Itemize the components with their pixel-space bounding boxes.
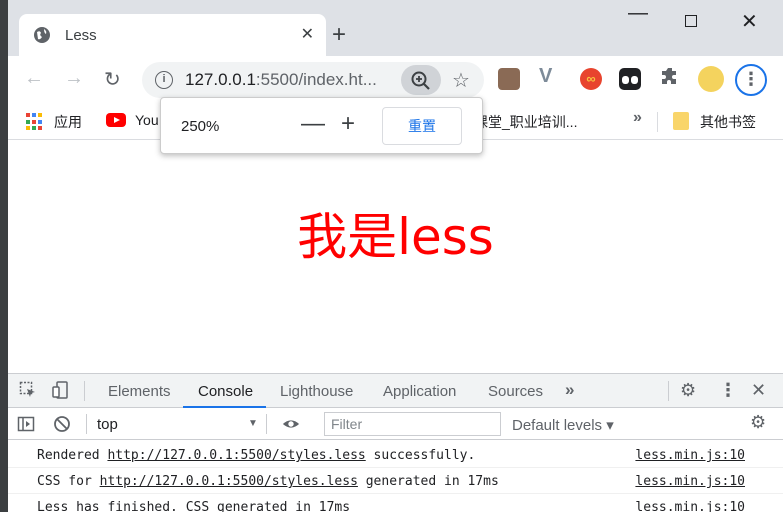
tampermonkey-icon[interactable] [619, 68, 641, 90]
profile-avatar[interactable] [698, 66, 724, 92]
console-message: Less has finished. CSS generated in 17ms… [8, 494, 783, 512]
devtools-tab-bar: Elements Console Lighthouse Application … [8, 374, 783, 408]
tab-title: Less [65, 27, 97, 44]
bookmark-other-folder[interactable]: 其他书签 [700, 112, 756, 132]
tab-lighthouse[interactable]: Lighthouse [280, 383, 353, 400]
infinity-extension-icon[interactable]: ∞ [580, 68, 602, 90]
console-message-link[interactable]: http://127.0.0.1:5500/styles.less [107, 448, 365, 463]
tab-sources[interactable]: Sources [488, 383, 543, 400]
settings-gear-icon[interactable]: ⚙ [680, 380, 696, 401]
tab-application[interactable]: Application [383, 383, 456, 400]
globe-icon [34, 27, 50, 43]
maximize-button[interactable] [685, 15, 697, 27]
console-message-text: Less has finished. CSS generated in 17ms [37, 500, 351, 512]
more-tabs-button[interactable]: » [565, 380, 574, 400]
browser-tab[interactable]: Less ✕ [19, 14, 326, 56]
tab-strip: Less ✕ + — ✕ [8, 0, 783, 56]
left-window-edge [0, 0, 8, 512]
page-viewport: 我是less [8, 141, 783, 373]
context-selector[interactable]: top [97, 416, 118, 433]
console-message: CSS for http://127.0.0.1:5500/styles.les… [8, 468, 783, 494]
address-url[interactable]: 127.0.0.1:5500/index.ht... [185, 70, 377, 90]
reload-button[interactable]: ↻ [104, 67, 121, 92]
window-close-button[interactable]: ✕ [741, 9, 758, 34]
devtools-menu-icon[interactable]: ⋮ [719, 380, 737, 401]
bookmark-course[interactable]: 课堂_职业培训... [474, 112, 577, 132]
forward-button[interactable]: → [64, 67, 84, 90]
console-message-source[interactable]: less.min.js:10 [635, 448, 745, 463]
bookmarks-separator [657, 112, 658, 132]
tab-close-icon[interactable]: ✕ [301, 24, 314, 44]
clear-console-icon[interactable] [53, 415, 71, 433]
devtools-separator [84, 381, 85, 401]
inspect-element-icon[interactable] [19, 381, 37, 399]
console-toolbar: top ▼ Default levels ▾ ⚙ [8, 408, 783, 440]
live-expression-eye-icon[interactable] [282, 415, 300, 433]
youtube-icon[interactable] [106, 113, 126, 127]
vue-devtools-icon[interactable]: V [539, 65, 561, 87]
log-levels-dropdown[interactable]: Default levels ▾ [512, 416, 614, 434]
console-message-text: CSS for http://127.0.0.1:5500/styles.les… [37, 474, 499, 489]
device-toolbar-icon[interactable] [52, 381, 70, 399]
puzzle-icon[interactable] [660, 66, 682, 88]
console-filter-input[interactable] [324, 412, 501, 436]
minimize-button[interactable]: — [628, 2, 648, 25]
extension-avatar-icon[interactable] [498, 68, 520, 90]
folder-icon [673, 112, 689, 130]
console-message-source[interactable]: less.min.js:10 [635, 500, 745, 512]
info-icon[interactable]: i [155, 71, 173, 89]
console-separator [266, 414, 267, 434]
console-separator [86, 414, 87, 434]
zoom-in-button[interactable]: + [341, 111, 355, 137]
console-sidebar-icon[interactable] [17, 415, 35, 433]
zoom-out-button[interactable]: — [301, 111, 325, 137]
apps-grid-icon[interactable] [26, 113, 44, 131]
new-tab-button[interactable]: + [332, 21, 346, 49]
zoom-reset-button[interactable]: 重置 [382, 107, 462, 145]
tab-console[interactable]: Console [198, 383, 253, 400]
console-message-link[interactable]: http://127.0.0.1:5500/styles.less [100, 474, 358, 489]
console-message-source[interactable]: less.min.js:10 [635, 474, 745, 489]
bookmarks-overflow-button[interactable]: » [633, 109, 642, 127]
devtools-close-icon[interactable]: ✕ [751, 380, 766, 401]
bookmark-star-icon[interactable]: ☆ [452, 68, 470, 93]
zoom-level: 250% [181, 118, 220, 135]
console-message-text: Rendered http://127.0.0.1:5500/styles.le… [37, 448, 476, 463]
console-settings-gear-icon[interactable]: ⚙ [750, 412, 766, 433]
bookmark-apps[interactable]: 应用 [54, 112, 82, 132]
browser-menu-button[interactable]: ⋮ [735, 64, 767, 96]
context-dropdown-icon[interactable]: ▼ [248, 418, 258, 429]
bookmark-youtube[interactable]: You [135, 112, 159, 128]
back-button[interactable]: ← [24, 67, 44, 90]
address-bar[interactable]: i 127.0.0.1:5500/index.ht... ☆ [142, 62, 484, 98]
tab-elements[interactable]: Elements [108, 383, 171, 400]
zoom-in-icon [411, 71, 430, 90]
zoom-button[interactable] [401, 65, 441, 95]
devtools-separator [668, 381, 669, 401]
zoom-popup: 250% — + 重置 [160, 97, 483, 154]
devtools-panel: Elements Console Lighthouse Application … [8, 373, 783, 512]
console-message: Rendered http://127.0.0.1:5500/styles.le… [8, 442, 783, 468]
page-heading: 我是less [297, 208, 494, 266]
